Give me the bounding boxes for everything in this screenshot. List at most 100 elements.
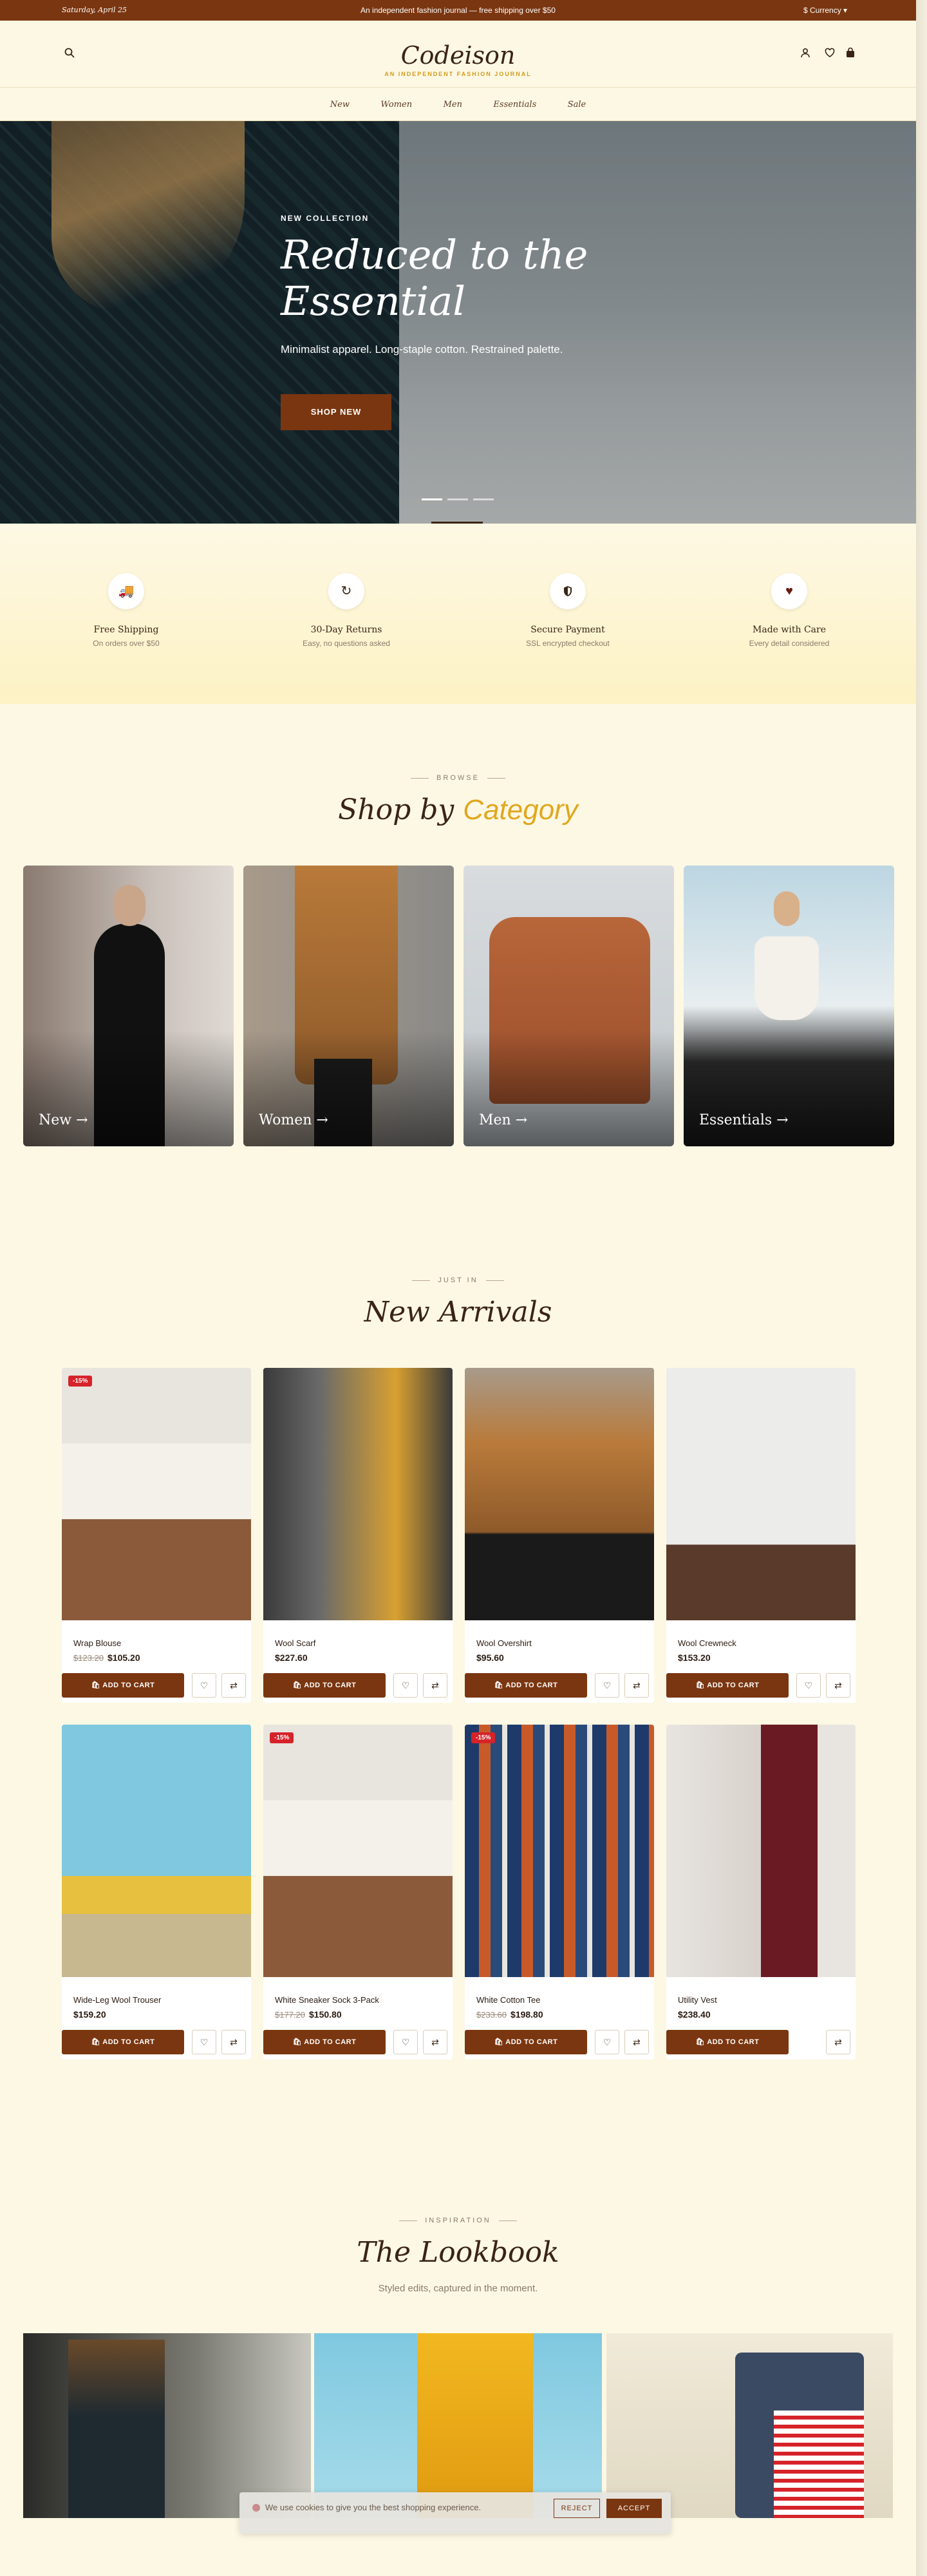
add-to-cart-button[interactable]: 🛍 ADD TO CART — [263, 2030, 386, 2054]
product-image[interactable] — [62, 1368, 251, 1620]
site-header: Codeison AN INDEPENDENT FASHION JOURNAL — [0, 21, 916, 88]
product-name[interactable]: Wrap Blouse — [73, 1638, 121, 1648]
user-icon[interactable] — [798, 48, 812, 62]
cookie-accept-button[interactable]: ACCEPT — [606, 2499, 662, 2518]
product-card[interactable]: -15% White Sneaker Sock 3-Pack $177.20 $150… — [263, 1725, 453, 2060]
discount-badge: -15% — [270, 1732, 294, 1743]
cookie-reject-button[interactable]: REJECT — [554, 2499, 600, 2518]
wishlist-heart-icon[interactable]: ♡ — [796, 1673, 821, 1698]
product-card[interactable]: Utility Vest $238.40 🛍 ADD TO CART ⇄ — [666, 1725, 856, 2060]
product-price: $123.20 $105.20 — [73, 1653, 140, 1663]
wishlist-heart-icon[interactable]: ♡ — [595, 1673, 619, 1698]
wishlist-heart-icon[interactable]: ♡ — [393, 2030, 418, 2054]
product-card[interactable]: -15% Wrap Blouse $123.20 $105.20 🛍 ADD TO CA… — [62, 1368, 251, 1703]
add-to-cart-label: ADD TO CART — [304, 1681, 357, 1689]
product-price: $177.20 $150.80 — [275, 2009, 342, 2020]
compare-icon[interactable]: ⇄ — [624, 2030, 649, 2054]
compare-icon[interactable]: ⇄ — [826, 2030, 850, 2054]
discount-badge: -15% — [68, 1376, 93, 1387]
compare-icon[interactable]: ⇄ — [423, 1673, 447, 1698]
lookbook-image-3[interactable] — [606, 2333, 893, 2518]
add-to-cart-button[interactable]: 🛍 ADD TO CART — [465, 1673, 587, 1698]
feature-made-with-care: ♥ Made with Care Every detail considered — [699, 573, 879, 648]
compare-icon[interactable]: ⇄ — [221, 1673, 246, 1698]
wishlist-heart-icon[interactable]: ♡ — [595, 2030, 619, 2054]
product-name[interactable]: Wool Overshirt — [476, 1638, 532, 1648]
product-name[interactable]: White Sneaker Sock 3-Pack — [275, 1995, 379, 2005]
add-to-cart-button[interactable]: 🛍 ADD TO CART — [62, 1673, 184, 1698]
site-tagline: AN INDEPENDENT FASHION JOURNAL — [384, 71, 532, 77]
wishlist-heart-icon[interactable]: ♡ — [393, 1673, 418, 1698]
category-card-men[interactable]: Men → — [464, 866, 674, 1146]
category-card-essentials[interactable]: Essentials → — [684, 866, 894, 1146]
product-card[interactable]: Wide-Leg Wool Trouser $159.20 🛍 ADD TO CAR… — [62, 1725, 251, 2060]
compare-icon[interactable]: ⇄ — [624, 1673, 649, 1698]
product-image[interactable] — [263, 1368, 453, 1620]
feature-title: Secure Payment — [530, 625, 605, 635]
nav-item-men[interactable]: Men — [444, 100, 462, 109]
category-card-women[interactable]: Women → — [243, 866, 454, 1146]
shield-icon — [550, 573, 586, 609]
product-card[interactable]: Wool Crewneck $153.20 🛍 ADD TO CART ♡ ⇄ — [666, 1368, 856, 1703]
site-logo[interactable]: Codeison — [0, 41, 916, 70]
nav-item-new[interactable]: New — [330, 100, 350, 109]
add-to-cart-label: ADD TO CART — [102, 2038, 155, 2046]
heart-icon: ♥ — [771, 573, 807, 609]
announcement-text: An independent fashion journal — free sh… — [360, 6, 556, 15]
compare-icon[interactable]: ⇄ — [423, 2030, 447, 2054]
product-card[interactable]: -15% White Cotton Tee $233.60 $198.80 🛍 ADD … — [465, 1725, 654, 2060]
bag-icon: 🛍 — [494, 1681, 506, 1689]
product-image[interactable] — [465, 1368, 654, 1620]
slide-dot-1[interactable] — [422, 498, 442, 500]
slide-dot-3[interactable] — [473, 498, 494, 500]
product-card[interactable]: Wool Overshirt $95.60 🛍 ADD TO CART ♡ ⇄ — [465, 1368, 654, 1703]
shop-new-button[interactable]: SHOP NEW — [281, 394, 391, 430]
add-to-cart-button[interactable]: 🛍 ADD TO CART — [666, 1673, 789, 1698]
compare-icon[interactable]: ⇄ — [826, 1673, 850, 1698]
product-name[interactable]: Utility Vest — [678, 1995, 717, 2005]
product-image[interactable] — [62, 1725, 251, 1977]
add-to-cart-button[interactable]: 🛍 ADD TO CART — [62, 2030, 184, 2054]
current-price: $95.60 — [476, 1653, 504, 1663]
lookbook-image-1[interactable] — [23, 2333, 311, 2518]
add-to-cart-button[interactable]: 🛍 ADD TO CART — [666, 2030, 789, 2054]
current-price: $198.80 — [510, 2009, 543, 2020]
nav-item-essentials[interactable]: Essentials — [493, 100, 536, 109]
hero-title-line2: Essential — [281, 278, 466, 325]
product-image[interactable] — [465, 1725, 654, 1977]
product-name[interactable]: Wool Crewneck — [678, 1638, 736, 1648]
product-name[interactable]: White Cotton Tee — [476, 1995, 540, 2005]
compare-icon[interactable]: ⇄ — [221, 2030, 246, 2054]
currency-selector[interactable]: $ Currency ▾ — [803, 6, 847, 15]
lookbook-image-2[interactable] — [314, 2333, 602, 2518]
lookbook-title: The Lookbook — [357, 2236, 559, 2269]
wishlist-heart-icon[interactable]: ♡ — [192, 1673, 216, 1698]
add-to-cart-button[interactable]: 🛍 ADD TO CART — [263, 1673, 386, 1698]
product-image[interactable] — [666, 1725, 856, 1977]
product-name[interactable]: Wool Scarf — [275, 1638, 315, 1648]
nav-item-sale[interactable]: Sale — [568, 100, 586, 109]
cookie-banner: We use cookies to give you the best shop… — [239, 2492, 671, 2533]
product-name[interactable]: Wide-Leg Wool Trouser — [73, 1995, 161, 2005]
slide-dot-2[interactable] — [447, 498, 468, 500]
category-label: Essentials → — [699, 1112, 789, 1128]
feature-free-shipping: 🚚 Free Shipping On orders over $50 — [36, 573, 216, 648]
current-price: $227.60 — [275, 1653, 308, 1663]
page-scrollbar[interactable] — [916, 0, 927, 2576]
current-price: $153.20 — [678, 1653, 711, 1663]
truck-icon: 🚚 — [108, 573, 144, 609]
product-card[interactable]: Wool Scarf $227.60 🛍 ADD TO CART ♡ ⇄ — [263, 1368, 453, 1703]
wishlist-heart-icon[interactable]: ♡ — [192, 2030, 216, 2054]
nav-item-women[interactable]: Women — [380, 100, 412, 109]
bag-icon: 🛍 — [292, 2038, 304, 2046]
categories-title: Shop by Category — [0, 793, 916, 826]
heart-icon[interactable] — [823, 48, 837, 62]
hero-title-line1: Reduced to the — [281, 231, 588, 278]
bag-icon[interactable] — [843, 47, 857, 62]
add-to-cart-label: ADD TO CART — [707, 2038, 760, 2046]
add-to-cart-button[interactable]: 🛍 ADD TO CART — [465, 2030, 587, 2054]
old-price: $233.60 — [476, 2010, 507, 2020]
category-card-new[interactable]: New → — [23, 866, 234, 1146]
product-image[interactable] — [666, 1368, 856, 1620]
product-image[interactable] — [263, 1725, 453, 1977]
